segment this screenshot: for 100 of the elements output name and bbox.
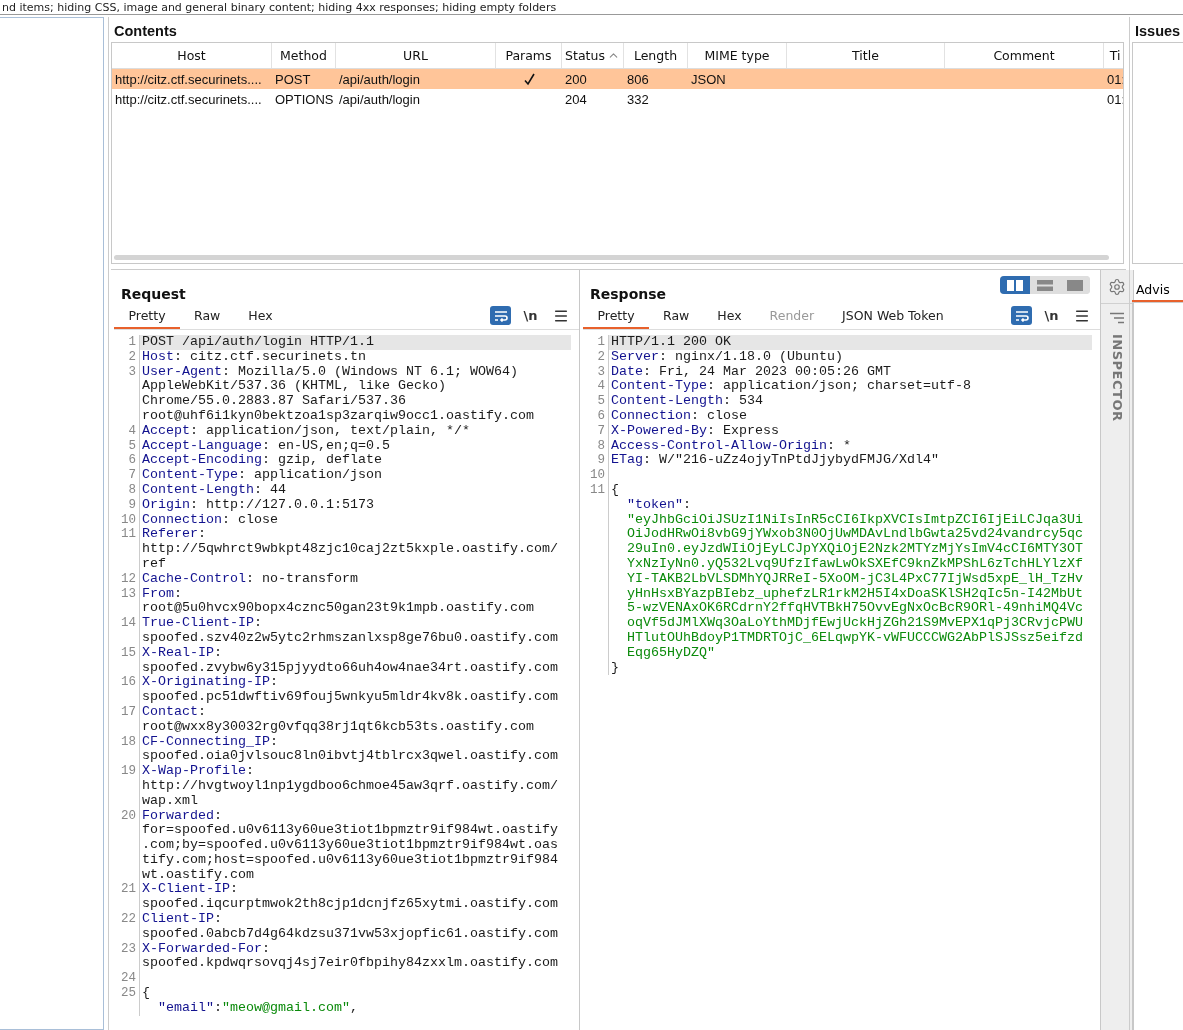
settings-icon[interactable]	[1108, 278, 1126, 296]
line-number: 9	[128, 497, 136, 512]
code-line: wt.oastify.com	[142, 867, 255, 883]
editor-tab[interactable]: JSON Web Token	[828, 304, 958, 329]
column-header[interactable]: Ti	[1104, 43, 1123, 68]
code-line: X-Forwarded-For:	[142, 941, 271, 957]
table-cell-text: POST	[274, 71, 312, 87]
word-wrap-button[interactable]	[1011, 306, 1032, 325]
column-header[interactable]: Length	[624, 43, 688, 68]
code-line: spoofed.zvybw6y315pjyydto66uh4ow4nae34rt.oastify.com	[142, 660, 559, 676]
column-header[interactable]: Host	[112, 43, 272, 68]
code-line: YxNzIyNn0.yQ532Lvq9UfzIfawLwOkSXEfC9knZkMPShL6zTchHLYlzXf	[626, 556, 1084, 572]
line-number: 5	[597, 394, 605, 409]
code-line: Chrome/55.0.2883.87 Safari/537.36	[142, 394, 407, 409]
column-header[interactable]: Method	[272, 43, 336, 68]
code-line: Origin: http://127.0.0.1:5173	[142, 497, 375, 513]
code-line: .com;by=spoofed.u0v6113y60ue3tiot1bpmztr9if984wt.oas	[142, 838, 559, 853]
table-cell-text: /api/auth/login	[338, 71, 421, 87]
code-line: X-Wap-Profile:	[142, 764, 255, 779]
code-line: Content-Length: 534	[611, 394, 764, 409]
scrollbar[interactable]	[114, 255, 1109, 260]
code-line: "token":	[626, 497, 692, 513]
pane-title: Request	[121, 286, 186, 304]
line-number: 17	[121, 704, 136, 719]
pane-title: Response	[590, 286, 667, 304]
table-cell-text: OPTIONS	[274, 91, 335, 107]
editor-tab[interactable]: Raw	[180, 304, 235, 329]
code-line: Content-Type: application/json; charset=utf-8	[611, 379, 972, 395]
code-line: Client-IP:	[142, 912, 223, 927]
column-header[interactable]: Title	[787, 43, 945, 68]
code-line: oqVf5dJMlXWq3OaLoYthMDjfEwjUckHjZGh21S9MvEPX1qPj3CRvjcPWU	[626, 616, 1084, 631]
code-line: spoofed.0abcb7d4g64kdzsu371vw53xjopfic61.oastify.com	[142, 926, 559, 942]
lines-icon[interactable]	[1109, 312, 1125, 324]
table-cell-text: 01:	[1106, 91, 1123, 107]
code-line: ETag: W/"216-uZz4ojyTnPtdJjybydFMJG/Xdl4"	[611, 453, 940, 469]
editor-tab[interactable]: Hex	[703, 304, 756, 329]
code-line: Connection: close	[142, 512, 279, 528]
code-line: YI-TAKB2LbVLSDMhYQJRReI-5XoOM-jC3L4PxC77IjWsd5xpE_lH_TzHv	[626, 571, 1084, 587]
line-number: 12	[121, 571, 136, 586]
line-number: 6	[128, 453, 136, 468]
issue-detail-tab[interactable]: Advis	[1132, 282, 1183, 302]
line-number: 8	[128, 482, 136, 497]
table-cell-text: http://citz.ctf.securinets....	[114, 71, 263, 87]
column-header[interactable]: Status	[562, 43, 624, 68]
editor-tab[interactable]: Hex	[234, 304, 287, 329]
code-line: 5-wzVENAxOK6RCdrnY2ffqHVTBkH75OvvEgNxOcBcR9ORl-49nhiMQ4Vc	[626, 601, 1084, 617]
newline-toggle-button[interactable]: \n	[1041, 306, 1062, 325]
layout-button[interactable]	[1000, 276, 1030, 294]
code-line: POST /api/auth/login HTTP/1.1	[142, 335, 375, 350]
editor-tab[interactable]: Raw	[649, 304, 704, 329]
line-number: 1	[128, 335, 136, 349]
code-line: X-Originating-IP:	[142, 675, 279, 691]
code-line: spoofed.szv40z2w5ytc2rhmszanlxsp8ge76bu0.oastify.com	[142, 630, 559, 646]
column-header[interactable]: URL	[336, 43, 496, 68]
column-header[interactable]: Comment	[945, 43, 1104, 68]
line-number: 10	[121, 512, 136, 527]
line-number: 21	[121, 882, 136, 897]
line-number: 7	[128, 468, 136, 483]
code-line: AppleWebKit/537.36 (KHTML, like Gecko)	[142, 379, 447, 395]
code-line: root@wxx8y30032rg0vfqq38rj1qt6kcb53ts.oastify.com	[142, 719, 535, 735]
code-line: Access-Control-Allow-Origin: *	[611, 438, 852, 454]
code-line: User-Agent: Mozilla/5.0 (Windows NT 6.1; WOW64)	[142, 364, 519, 380]
line-number: 9	[597, 453, 605, 468]
split-columns-icon	[1007, 279, 1023, 291]
code-line: http://hvgtwoyl1np1ygdboo6chmoe45aw3qrf.oastify.com/	[142, 778, 559, 794]
line-number: 3	[128, 364, 136, 379]
table-cell-text: JSON	[690, 71, 727, 87]
word-wrap-icon	[493, 309, 508, 322]
code-line: HTTP/1.1 200 OK	[611, 335, 732, 350]
newline-toggle-button[interactable]: \n	[520, 306, 541, 325]
code-line: spoofed.iqcurptmwok2th8cjp1dcnjfz65xytmi.oastify.com	[142, 897, 559, 913]
line-number: 2	[597, 349, 605, 364]
editor-tab[interactable]: Pretty	[114, 304, 180, 329]
word-wrap-button[interactable]	[490, 306, 511, 325]
code-line: X-Real-IP:	[142, 645, 223, 661]
line-number: 3	[597, 364, 605, 379]
line-number: 22	[121, 912, 136, 927]
line-number: 23	[121, 941, 136, 956]
editor-tab[interactable]: Pretty	[583, 304, 649, 329]
code-line: Cache-Control: no-transform	[142, 571, 359, 587]
request-row[interactable]: http://citz.ctf.securinets.... POST /api/auth/login 200 806 JSON 01:	[112, 69, 1123, 89]
column-header[interactable]: Params	[496, 43, 562, 68]
code-line: CF-Connecting_IP:	[142, 734, 279, 750]
line-number: 11	[590, 482, 605, 497]
line-number: 7	[597, 423, 605, 438]
table-cell-text: /api/auth/login	[338, 91, 421, 107]
table-cell-text: http://citz.ctf.securinets....	[114, 91, 263, 107]
code-line: Host: citz.ctf.securinets.tn	[142, 349, 367, 365]
code-line: Accept-Language: en-US,en;q=0.5	[142, 438, 391, 454]
line-number: 8	[597, 438, 605, 453]
line-number: 1	[597, 335, 605, 349]
single-pane-icon	[1067, 279, 1083, 291]
code-line: Content-Type: application/json	[142, 468, 383, 483]
code-line: for=spoofed.u0v6113y60ue3tiot1bpmztr9if984wt.oastify	[142, 823, 559, 839]
line-number: 5	[128, 438, 136, 453]
code-line: spoofed.oia0jvlsouc8ln0ibvtj4tblrcx3qwel.oastify.com	[142, 749, 559, 765]
inspector-label[interactable]: INSPECTOR	[1109, 334, 1125, 422]
line-number: 20	[121, 808, 136, 823]
split-rows-icon	[1037, 279, 1053, 291]
column-header[interactable]: MIME type	[688, 43, 787, 68]
